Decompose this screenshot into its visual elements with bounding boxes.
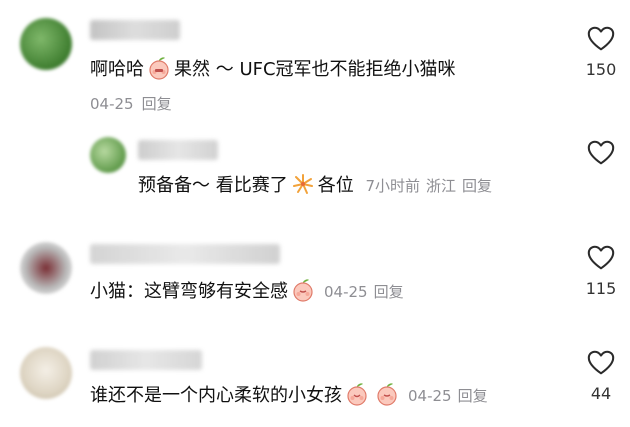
comment-item: 谁还不是一个内心柔软的小女孩 04-25 回复 44 [0,335,630,427]
username[interactable] [90,20,180,40]
heart-icon [586,243,616,273]
comment-meta: 04-25 回复 [90,93,180,115]
comment-time: 7小时前 [365,177,421,195]
comment-text: 谁还不是一个内心柔软的小女孩 04-25 回复 [90,382,494,409]
grimace-peach-emoji [147,56,171,80]
comment-text-part: 小猫：这臂弯够有安全感 [90,281,288,302]
comment-list: 啊哈哈 果然 ～ UFC冠军也不能拒绝小猫咪 04-25 回复 150 预备备～ 看… [0,0,630,427]
username[interactable] [90,244,280,264]
shy-peach-emoji [375,382,399,406]
reply-item: 预备备～ 看比赛了 各位 7小时前 浙江 回复 [0,120,630,210]
heart-icon [586,348,616,378]
like-button[interactable] [576,138,626,168]
comment-meta: 04-25 回复 [408,387,494,405]
username[interactable] [138,140,218,160]
avatar[interactable] [20,18,72,70]
comment-text-part: 预备备～ 看比赛了 [138,175,288,196]
like-count: 150 [585,60,617,79]
comment-text-part: 果然 ～ UFC冠军也不能拒绝小猫咪 [174,59,456,80]
reply-button[interactable]: 回复 [374,283,404,301]
comment-item: 啊哈哈 果然 ～ UFC冠军也不能拒绝小猫咪 04-25 回复 150 [0,0,630,120]
comment-text-part: 各位 [317,175,354,196]
comment-meta: 7小时前 浙江 回复 [365,177,498,195]
like-button[interactable]: 150 [576,24,626,79]
reply-button[interactable]: 回复 [462,177,492,195]
comment-date: 04-25 [90,95,134,113]
comment-item: 小猫：这臂弯够有安全感 04-25 回复 115 [0,230,630,330]
comment-text-part: 啊哈哈 [90,59,144,80]
shy-peach-emoji [291,278,315,302]
comment-date: 04-25 [408,387,452,405]
avatar[interactable] [90,137,126,173]
comment-text: 啊哈哈 果然 ～ UFC冠军也不能拒绝小猫咪 [90,56,456,83]
fireworks-emoji [292,174,313,194]
smile-peach-emoji [345,382,369,406]
like-button[interactable]: 115 [576,243,626,298]
comment-text: 小猫：这臂弯够有安全感 04-25 回复 [90,278,410,305]
comment-date: 04-25 [324,283,368,301]
username[interactable] [90,350,202,370]
comment-location: 浙江 [426,177,457,195]
like-button[interactable]: 44 [576,348,626,403]
comment-meta: 04-25 回复 [324,283,410,301]
heart-icon [586,138,616,168]
like-count: 115 [585,279,617,298]
avatar[interactable] [20,347,72,399]
comment-text-part: 谁还不是一个内心柔软的小女孩 [90,385,342,406]
heart-icon [586,24,616,54]
reply-button[interactable]: 回复 [458,387,488,405]
reply-button[interactable]: 回复 [142,95,172,113]
like-count: 44 [590,384,612,403]
comment-text: 预备备～ 看比赛了 各位 7小时前 浙江 回复 [138,172,498,199]
avatar[interactable] [20,242,72,294]
